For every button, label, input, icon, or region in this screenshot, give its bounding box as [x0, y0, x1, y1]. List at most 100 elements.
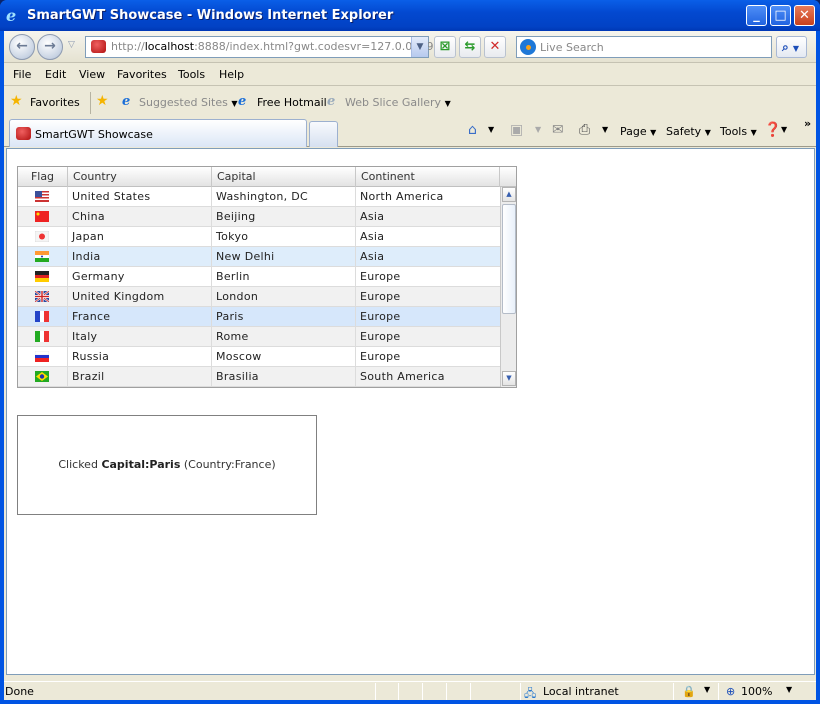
flag-cell[interactable] — [18, 227, 68, 246]
menu-file[interactable]: File — [13, 68, 31, 81]
continent-cell[interactable]: South America — [356, 367, 500, 386]
help-icon[interactable]: ❓ — [764, 122, 781, 138]
continent-cell[interactable]: Asia — [356, 207, 500, 226]
table-row[interactable]: Brazil Brasilia South America — [18, 367, 500, 387]
capital-cell[interactable]: New Delhi — [212, 247, 356, 266]
capital-cell[interactable]: London — [212, 287, 356, 306]
toolbar-overflow-chevron[interactable]: » — [804, 117, 811, 130]
table-row[interactable]: United States Washington, DC North America — [18, 187, 500, 207]
column-header-country[interactable]: Country — [68, 167, 212, 187]
continent-cell[interactable]: Europe — [356, 307, 500, 326]
table-row[interactable]: India New Delhi Asia — [18, 247, 500, 267]
feeds-icon[interactable]: ▣ — [510, 122, 523, 138]
protected-mode-icon[interactable]: 🔒 — [682, 685, 696, 698]
flag-cell[interactable] — [18, 207, 68, 226]
menu-tools[interactable]: Tools — [178, 68, 205, 81]
menu-view[interactable]: View — [79, 68, 105, 81]
web-slice-gallery-link[interactable]: Web Slice Gallery ▼ — [345, 96, 451, 109]
feeds-dropdown[interactable]: ▼ — [535, 125, 541, 134]
recent-pages-dropdown[interactable]: ▽ — [68, 40, 75, 50]
menu-help[interactable]: Help — [219, 68, 244, 81]
scroll-down-button[interactable]: ▼ — [502, 371, 516, 386]
flag-cell[interactable] — [18, 307, 68, 326]
home-icon[interactable]: ⌂ — [468, 122, 477, 138]
back-button[interactable]: ← — [9, 34, 35, 60]
table-row[interactable]: Germany Berlin Europe — [18, 267, 500, 287]
forward-button[interactable]: → — [37, 34, 63, 60]
grid-vertical-scrollbar[interactable]: ▲ ▼ — [500, 187, 516, 387]
add-to-favorites-icon[interactable]: ★ — [96, 93, 109, 109]
capital-cell[interactable]: Paris — [212, 307, 356, 326]
table-row[interactable]: United Kingdom London Europe — [18, 287, 500, 307]
search-options-dropdown[interactable]: ▼ — [793, 44, 799, 53]
capital-cell[interactable]: Berlin — [212, 267, 356, 286]
refresh-button[interactable]: ⇆ — [459, 36, 481, 58]
scroll-thumb[interactable] — [502, 204, 516, 314]
flag-cell[interactable] — [18, 187, 68, 206]
address-url[interactable]: http://localhost:8888/index.html?gwt.cod… — [111, 40, 447, 53]
table-row[interactable]: Japan Tokyo Asia — [18, 227, 500, 247]
continent-cell[interactable]: Europe — [356, 327, 500, 346]
flag-cell[interactable] — [18, 367, 68, 386]
flag-cell[interactable] — [18, 347, 68, 366]
compatibility-view-button[interactable]: ⊠ — [434, 36, 456, 58]
capital-cell[interactable]: Beijing — [212, 207, 356, 226]
address-bar[interactable]: http://localhost:8888/index.html?gwt.cod… — [85, 36, 447, 58]
column-header-capital[interactable]: Capital — [212, 167, 356, 187]
menu-edit[interactable]: Edit — [45, 68, 66, 81]
home-dropdown[interactable]: ▼ — [488, 125, 494, 134]
country-cell[interactable]: Japan — [68, 227, 212, 246]
country-cell[interactable]: India — [68, 247, 212, 266]
read-mail-icon[interactable]: ✉ — [552, 122, 564, 138]
close-button[interactable]: ✕ — [794, 5, 815, 26]
suggested-sites-link[interactable]: Suggested Sites ▼ — [139, 96, 237, 109]
column-header-flag[interactable]: Flag — [18, 167, 68, 187]
continent-cell[interactable]: Europe — [356, 287, 500, 306]
capital-cell[interactable]: Rome — [212, 327, 356, 346]
country-cell[interactable]: Germany — [68, 267, 212, 286]
table-row[interactable]: Italy Rome Europe — [18, 327, 500, 347]
zoom-level[interactable]: 100% — [741, 685, 772, 698]
capital-cell[interactable]: Moscow — [212, 347, 356, 366]
flag-cell[interactable] — [18, 267, 68, 286]
scroll-up-button[interactable]: ▲ — [502, 187, 516, 202]
capital-cell[interactable]: Washington, DC — [212, 187, 356, 206]
continent-cell[interactable]: Europe — [356, 267, 500, 286]
continent-cell[interactable]: Asia — [356, 247, 500, 266]
column-header-continent[interactable]: Continent — [356, 167, 500, 187]
new-tab-button[interactable] — [309, 121, 338, 147]
table-row[interactable]: France Paris Europe — [18, 307, 500, 327]
continent-cell[interactable]: North America — [356, 187, 500, 206]
capital-cell[interactable]: Brasilia — [212, 367, 356, 386]
search-button[interactable]: ⌕ ▼ — [776, 36, 807, 58]
country-cell[interactable]: Russia — [68, 347, 212, 366]
continent-cell[interactable]: Europe — [356, 347, 500, 366]
flag-cell[interactable] — [18, 247, 68, 266]
zoom-dropdown[interactable]: ▼ — [786, 685, 792, 694]
continent-cell[interactable]: Asia — [356, 227, 500, 246]
help-dropdown[interactable]: ▼ — [781, 125, 787, 134]
protected-mode-dropdown[interactable]: ▼ — [704, 685, 710, 694]
address-dropdown-button[interactable]: ▼ — [411, 37, 428, 57]
country-cell[interactable]: Brazil — [68, 367, 212, 386]
stop-button[interactable]: ✕ — [484, 36, 506, 58]
country-cell[interactable]: United States — [68, 187, 212, 206]
search-box[interactable]: Live Search — [516, 36, 772, 58]
capital-cell[interactable]: Tokyo — [212, 227, 356, 246]
print-dropdown[interactable]: ▼ — [602, 125, 608, 134]
favorites-button[interactable]: Favorites — [30, 96, 80, 109]
country-cell[interactable]: France — [68, 307, 212, 326]
free-hotmail-link[interactable]: Free Hotmail — [257, 96, 327, 109]
minimize-button[interactable]: _ — [746, 5, 767, 26]
maximize-button[interactable]: □ — [770, 5, 791, 26]
print-icon[interactable]: ⎙ — [579, 122, 590, 138]
security-zone[interactable]: Local intranet — [543, 685, 619, 698]
flag-cell[interactable] — [18, 287, 68, 306]
tools-menu[interactable]: Tools ▼ — [720, 125, 757, 138]
country-cell[interactable]: United Kingdom — [68, 287, 212, 306]
table-row[interactable]: China Beijing Asia — [18, 207, 500, 227]
country-cell[interactable]: Italy — [68, 327, 212, 346]
page-menu[interactable]: Page ▼ — [620, 125, 656, 138]
tab-smartgwt-showcase[interactable]: SmartGWT Showcase — [9, 119, 307, 147]
title-bar[interactable]: e SmartGWT Showcase - Windows Internet E… — [0, 0, 820, 31]
